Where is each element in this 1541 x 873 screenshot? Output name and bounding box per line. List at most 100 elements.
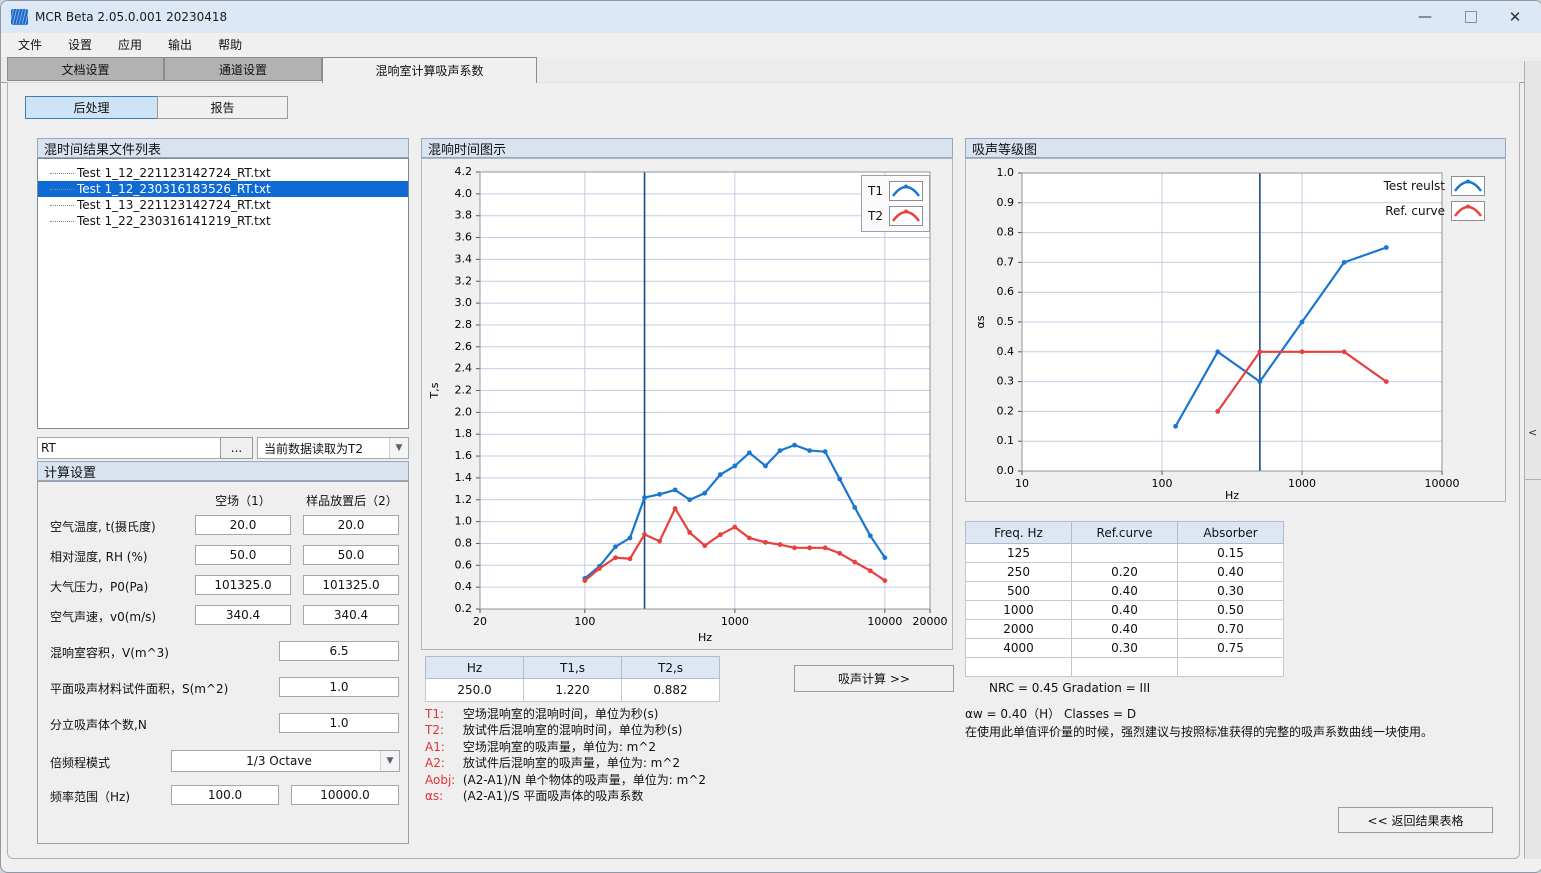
svg-text:2.0: 2.0 bbox=[455, 405, 473, 418]
file-name: Test 1_12_221123142724_RT.txt bbox=[77, 166, 271, 180]
svg-text:20000: 20000 bbox=[913, 615, 948, 628]
legend-label: Test reulst bbox=[1384, 179, 1445, 193]
svg-text:0.2: 0.2 bbox=[455, 602, 473, 615]
calc-input-empty-room[interactable] bbox=[195, 545, 291, 565]
table-header-cell: Hz bbox=[426, 657, 524, 679]
absorption-calc-button[interactable]: 吸声计算 >> bbox=[794, 665, 954, 692]
close-icon: ✕ bbox=[1509, 8, 1522, 26]
table-cell: 125 bbox=[966, 544, 1072, 563]
list-item[interactable]: Test 1_12_230316183526_RT.txt bbox=[38, 181, 408, 197]
list-item[interactable]: Test 1_22_230316141219_RT.txt bbox=[38, 213, 408, 229]
calc-input-single[interactable] bbox=[279, 713, 399, 733]
browse-button[interactable]: ... bbox=[220, 437, 253, 459]
menu-item[interactable]: 设置 bbox=[55, 33, 105, 57]
app-logo-icon bbox=[11, 9, 28, 25]
symbol-description: 空场混响室的吸声量，单位为: m^2 bbox=[459, 740, 656, 754]
calc-row-label: 平面吸声材料试件面积，S(m^2) bbox=[50, 680, 228, 697]
svg-text:0.2: 0.2 bbox=[997, 404, 1015, 417]
legend-curve-icon bbox=[1451, 176, 1485, 196]
svg-text:100: 100 bbox=[574, 615, 595, 628]
calc-input-with-sample[interactable] bbox=[303, 515, 399, 535]
svg-text:3.4: 3.4 bbox=[455, 252, 473, 265]
svg-text:1.8: 1.8 bbox=[455, 427, 473, 440]
calc-input-single[interactable] bbox=[279, 641, 399, 661]
legend-entry: T2 bbox=[868, 205, 923, 227]
table-cell: 0.70 bbox=[1178, 620, 1284, 639]
minimize-icon: — bbox=[1418, 9, 1432, 25]
symbol-description: (A2-A1)/S 平面吸声体的吸声系数 bbox=[459, 789, 643, 803]
table-header-cell: Ref.curve bbox=[1072, 522, 1178, 544]
calc-input-with-sample[interactable] bbox=[303, 605, 399, 625]
freq-range-from-input[interactable] bbox=[171, 785, 279, 805]
rt-name-input[interactable] bbox=[37, 437, 221, 459]
calc-input-with-sample[interactable] bbox=[303, 575, 399, 595]
menu-item[interactable]: 输出 bbox=[155, 33, 205, 57]
table-row: 40000.300.75 bbox=[966, 639, 1284, 658]
grade-chart-header: 吸声等级图 bbox=[965, 138, 1506, 158]
data-read-combo[interactable]: 当前数据读取为T2 ▼ bbox=[257, 437, 409, 459]
svg-text:2.2: 2.2 bbox=[455, 384, 473, 397]
svg-text:2.6: 2.6 bbox=[455, 340, 473, 353]
calc-settings-header: 计算设置 bbox=[37, 461, 409, 481]
return-results-button[interactable]: << 返回结果表格 bbox=[1338, 807, 1493, 833]
chevron-down-icon[interactable]: ▼ bbox=[380, 751, 399, 771]
svg-text:Hz: Hz bbox=[698, 631, 712, 644]
tab-通道设置[interactable]: 通道设置 bbox=[164, 57, 322, 81]
tab-文档设置[interactable]: 文档设置 bbox=[7, 57, 164, 81]
maximize-button[interactable] bbox=[1448, 1, 1494, 33]
menu-item[interactable]: 文件 bbox=[5, 33, 55, 57]
octave-mode-combo[interactable]: 1/3 Octave ▼ bbox=[171, 750, 400, 772]
octave-mode-value: 1/3 Octave bbox=[172, 754, 380, 768]
file-name: Test 1_12_230316183526_RT.txt bbox=[77, 182, 271, 196]
svg-text:1.4: 1.4 bbox=[455, 471, 473, 484]
table-cell: 0.40 bbox=[1072, 601, 1178, 620]
svg-text:1000: 1000 bbox=[1288, 477, 1316, 490]
chevron-down-icon[interactable]: ▼ bbox=[389, 438, 408, 458]
symbol-description: 放试件后混响室的吸声量，单位为: m^2 bbox=[459, 756, 680, 770]
calc-input-single[interactable] bbox=[279, 677, 399, 697]
list-item[interactable]: Test 1_12_221123142724_RT.txt bbox=[38, 165, 408, 181]
table-cell bbox=[1072, 658, 1178, 677]
menu-item[interactable]: 帮助 bbox=[205, 33, 255, 57]
table-header-cell: T1,s bbox=[524, 657, 622, 679]
legend-curve-icon bbox=[889, 181, 923, 201]
calc-input-empty-room[interactable] bbox=[195, 515, 291, 535]
table-cell: 250 bbox=[966, 563, 1072, 582]
close-button[interactable]: ✕ bbox=[1492, 1, 1538, 33]
symbol-prefix: A1: bbox=[425, 739, 459, 755]
table-cell bbox=[1178, 658, 1284, 677]
svg-text:1000: 1000 bbox=[721, 615, 749, 628]
menu-item[interactable]: 应用 bbox=[105, 33, 155, 57]
symbol-prefix: αs: bbox=[425, 788, 459, 804]
calc-input-empty-room[interactable] bbox=[195, 575, 291, 595]
symbol-prefix: T1: bbox=[425, 706, 459, 722]
column-header-empty-room: 空场（1） bbox=[195, 492, 291, 509]
calc-row-label: 空气声速，v0(m/s) bbox=[50, 608, 156, 625]
tab-混响室计算吸声系数[interactable]: 混响室计算吸声系数 bbox=[322, 57, 537, 83]
svg-text:0.7: 0.7 bbox=[997, 255, 1015, 268]
svg-text:0.3: 0.3 bbox=[997, 375, 1015, 388]
chevron-left-icon[interactable]: < bbox=[1528, 426, 1537, 439]
rt-chart[interactable]: 0.20.40.60.81.01.21.41.61.82.02.22.42.62… bbox=[422, 159, 952, 649]
calc-row-label: 分立吸声体个数,N bbox=[50, 716, 147, 733]
table-cell: 0.50 bbox=[1178, 601, 1284, 620]
minimize-button[interactable]: — bbox=[1402, 1, 1448, 33]
calc-input-with-sample[interactable] bbox=[303, 545, 399, 565]
data-read-combo-value: 当前数据读取为T2 bbox=[258, 440, 389, 457]
list-item[interactable]: Test 1_13_221123142724_RT.txt bbox=[38, 197, 408, 213]
svg-text:0.6: 0.6 bbox=[455, 558, 473, 571]
table-cell: 0.30 bbox=[1178, 582, 1284, 601]
svg-text:0.4: 0.4 bbox=[997, 345, 1015, 358]
tree-connector-icon bbox=[50, 173, 74, 174]
svg-text:10000: 10000 bbox=[867, 615, 902, 628]
calc-input-empty-room[interactable] bbox=[195, 605, 291, 625]
subtab-后处理[interactable]: 后处理 bbox=[25, 96, 158, 119]
subtab-报告[interactable]: 报告 bbox=[157, 96, 288, 119]
rt-chart-legend: T1T2 bbox=[861, 175, 930, 232]
table-cell: 0.15 bbox=[1178, 544, 1284, 563]
legend-curve-icon bbox=[889, 206, 923, 226]
table-cell: 0.75 bbox=[1178, 639, 1284, 658]
svg-text:4.2: 4.2 bbox=[455, 165, 473, 178]
symbol-description: (A2-A1)/N 单个物体的吸声量，单位为: m^2 bbox=[459, 773, 706, 787]
freq-range-to-input[interactable] bbox=[291, 785, 399, 805]
